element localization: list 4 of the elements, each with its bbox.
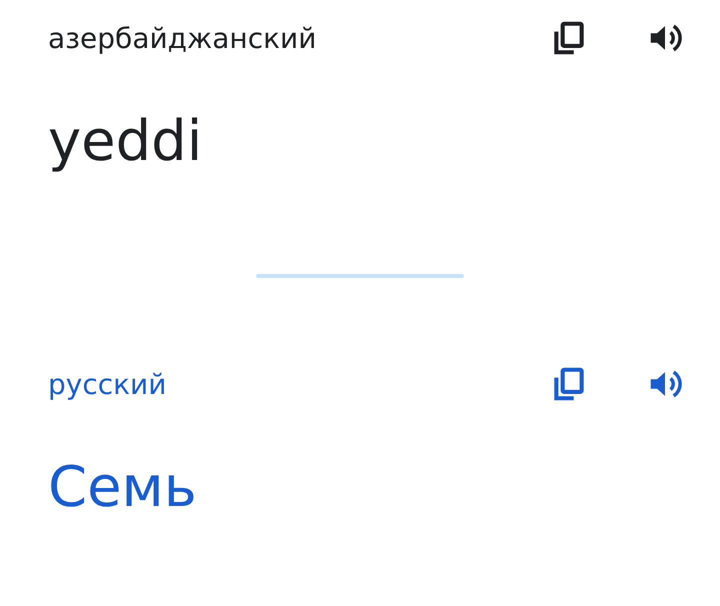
source-text: yeddi [48,108,202,174]
translated-text: Семь [48,454,197,520]
language-label: русский [48,368,168,400]
language-label: азербайджанский [48,22,318,54]
